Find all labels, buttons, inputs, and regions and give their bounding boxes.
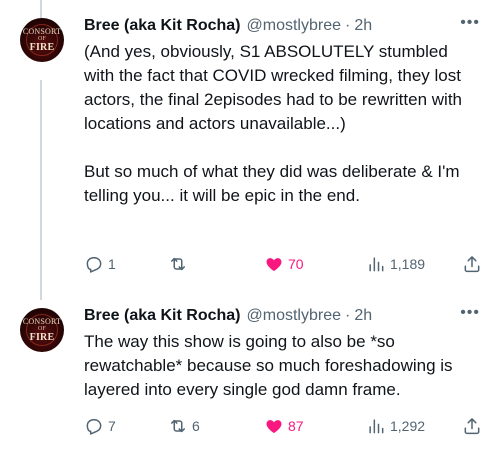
retweet-button[interactable] [168, 252, 192, 276]
reply-icon [84, 416, 104, 436]
reply-count: 1 [108, 256, 116, 272]
tweet-content: Bree (aka Kit Rocha) @mostlybree · 2h ••… [84, 304, 480, 402]
avatar[interactable]: CONSORT OF FIRE [20, 308, 64, 352]
heart-icon [264, 254, 284, 274]
avatar-text-line: CONSORT [22, 317, 62, 326]
retweet-button[interactable]: 6 [168, 414, 200, 438]
author-name[interactable]: Bree (aka Kit Rocha) [84, 307, 241, 325]
retweet-icon [168, 254, 188, 274]
tweet-text: The way this show is going to also be *s… [84, 332, 453, 399]
views-icon [366, 416, 386, 436]
views-button[interactable]: 1,292 [366, 414, 425, 438]
views-button[interactable]: 1,189 [366, 252, 425, 276]
like-button[interactable]: 87 [264, 414, 304, 438]
tweet[interactable]: CONSORT OF FIRE Bree (aka Kit Rocha) @mo… [0, 0, 500, 290]
reply-count: 7 [108, 418, 116, 434]
share-icon [462, 254, 482, 274]
timestamp[interactable]: 2h [354, 17, 372, 35]
avatar-text-line: FIRE [29, 332, 55, 343]
heart-icon [264, 416, 284, 436]
reply-icon [84, 254, 104, 274]
share-icon [462, 416, 482, 436]
action-bar: 1 70 1,189 [84, 252, 482, 276]
timestamp[interactable]: 2h [354, 307, 372, 325]
views-icon [366, 254, 386, 274]
tweet-header: Bree (aka Kit Rocha) @mostlybree · 2h [84, 304, 480, 328]
retweet-count: 6 [192, 418, 200, 434]
separator-dot: · [345, 17, 351, 34]
retweet-icon [168, 416, 188, 436]
reply-button[interactable]: 7 [84, 414, 116, 438]
avatar[interactable]: CONSORT OF FIRE [20, 18, 64, 62]
share-button[interactable] [462, 252, 482, 276]
view-count: 1,189 [390, 256, 426, 272]
view-count: 1,292 [390, 418, 426, 434]
like-count: 87 [288, 418, 304, 434]
more-icon[interactable]: ••• [460, 14, 480, 32]
like-count: 70 [288, 256, 304, 272]
author-handle[interactable]: @mostlybree [247, 17, 342, 35]
tweet[interactable]: CONSORT OF FIRE Bree (aka Kit Rocha) @mo… [0, 290, 500, 450]
avatar-text-line: CONSORT [22, 27, 62, 36]
like-button[interactable]: 70 [264, 252, 304, 276]
share-button[interactable] [462, 414, 482, 438]
reply-button[interactable]: 1 [84, 252, 116, 276]
avatar-text-line: FIRE [29, 42, 55, 53]
tweet-header: Bree (aka Kit Rocha) @mostlybree · 2h [84, 14, 480, 38]
more-icon[interactable]: ••• [460, 304, 480, 322]
author-name[interactable]: Bree (aka Kit Rocha) [84, 17, 241, 35]
tweet-content: Bree (aka Kit Rocha) @mostlybree · 2h ••… [84, 14, 480, 208]
separator-dot: · [345, 307, 351, 324]
author-handle[interactable]: @mostlybree [247, 307, 342, 325]
tweet-text: (And yes, obviously, S1 ABSOLUTELY stumb… [84, 42, 462, 205]
action-bar: 7 6 87 1,292 [84, 414, 482, 438]
